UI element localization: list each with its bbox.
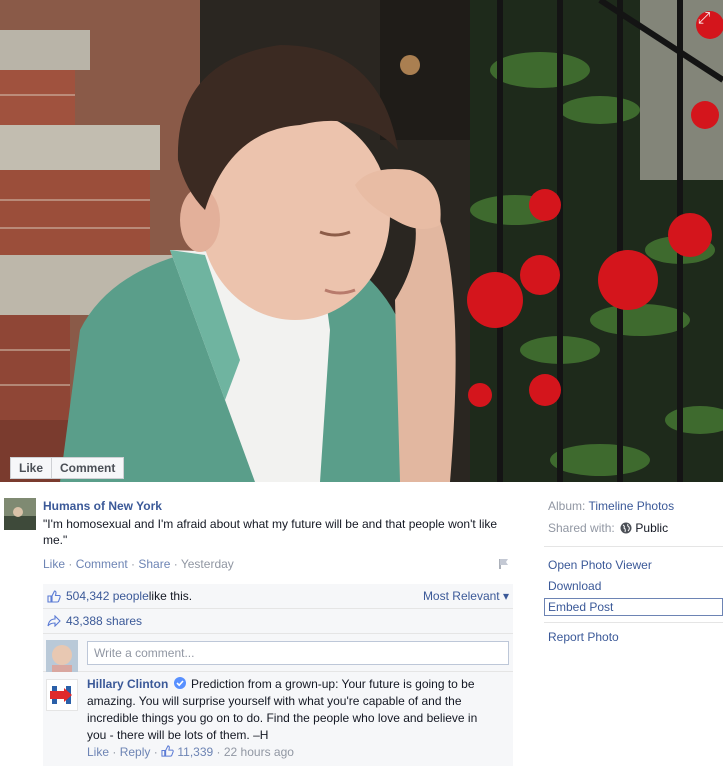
photo-like-button[interactable]: Like — [10, 457, 53, 479]
download-link[interactable]: Download — [548, 579, 601, 593]
embed-post-link[interactable]: Embed Post — [548, 600, 613, 614]
privacy-line: Shared with: Public — [548, 521, 668, 535]
sort-dropdown[interactable]: Most Relevant ▾ — [423, 589, 509, 603]
post-caption: "I'm homosexual and I'm afraid about wha… — [43, 517, 498, 547]
post-photo[interactable]: ⤢ Like Comment — [0, 0, 723, 482]
post-comment-link[interactable]: Comment — [76, 557, 128, 571]
share-arrow-icon — [47, 615, 61, 627]
thumbs-up-icon — [47, 589, 61, 603]
comment-input[interactable] — [87, 641, 509, 665]
comment-thumbs-up-icon — [161, 745, 174, 757]
verified-badge-icon — [173, 677, 186, 689]
like-summary: 504,342 people like this. Most Relevant … — [43, 584, 513, 609]
sidebar-item-report[interactable]: Report Photo — [548, 630, 619, 644]
report-photo-link[interactable]: Report Photo — [548, 630, 619, 644]
commenter-name-link[interactable]: Hillary Clinton — [87, 677, 168, 691]
post-share-link[interactable]: Share — [138, 557, 170, 571]
globe-icon — [620, 522, 632, 534]
flag-icon[interactable] — [498, 558, 510, 570]
comment-body: Hillary Clinton Prediction from a grown-… — [87, 676, 491, 744]
current-user-avatar-image — [46, 640, 78, 672]
photo-comment-button[interactable]: Comment — [52, 457, 125, 479]
shares-count-link[interactable]: 43,388 shares — [66, 614, 142, 628]
comment-reply-link[interactable]: Reply — [120, 745, 151, 759]
shared-with-label: Shared with: — [548, 521, 615, 535]
sort-label: Most Relevant — [422, 589, 500, 603]
comment-timestamp[interactable]: 22 hours ago — [224, 745, 294, 759]
post-like-link[interactable]: Like — [43, 557, 65, 571]
photo-image — [0, 0, 723, 482]
sidebar-item-download[interactable]: Download — [548, 579, 601, 593]
comment-item: Hillary Clinton Prediction from a grown-… — [43, 672, 513, 766]
likes-count-link[interactable]: 504,342 people — [66, 589, 149, 603]
album-link[interactable]: Timeline Photos — [588, 499, 674, 513]
sidebar-divider — [544, 546, 723, 547]
privacy-value[interactable]: Public — [635, 521, 668, 535]
comment-composer — [43, 634, 513, 672]
open-photo-viewer-link[interactable]: Open Photo Viewer — [548, 558, 652, 572]
expand-icon[interactable]: ⤢ — [693, 8, 715, 30]
poster-avatar-image — [4, 498, 36, 530]
sidebar-item-embed[interactable]: Embed Post — [544, 598, 723, 616]
sidebar-item-open-viewer[interactable]: Open Photo Viewer — [548, 558, 652, 572]
comment-actions: Like · Reply · 11,339 · 22 hours ago — [87, 745, 294, 759]
poster-name-link[interactable]: Humans of New York — [43, 499, 162, 513]
photo-action-bar: Like Comment — [10, 457, 125, 479]
shares-summary: 43,388 shares — [43, 609, 513, 634]
sidebar-divider — [544, 622, 723, 623]
hillary-logo-icon — [47, 680, 77, 710]
likes-suffix: like this. — [148, 589, 193, 603]
album-label: Album: — [548, 499, 586, 513]
comment-like-count[interactable]: 11,339 — [177, 745, 213, 759]
poster-avatar[interactable] — [4, 498, 36, 530]
post-timestamp[interactable]: Yesterday — [181, 557, 234, 571]
current-user-avatar — [46, 640, 78, 672]
feedback-box: 504,342 people like this. Most Relevant … — [43, 584, 513, 766]
album-line: Album: Timeline Photos — [548, 499, 674, 513]
commenter-avatar[interactable] — [46, 679, 78, 711]
post-actions: Like · Comment · Share · Yesterday — [43, 557, 234, 571]
comment-like-link[interactable]: Like — [87, 745, 109, 759]
